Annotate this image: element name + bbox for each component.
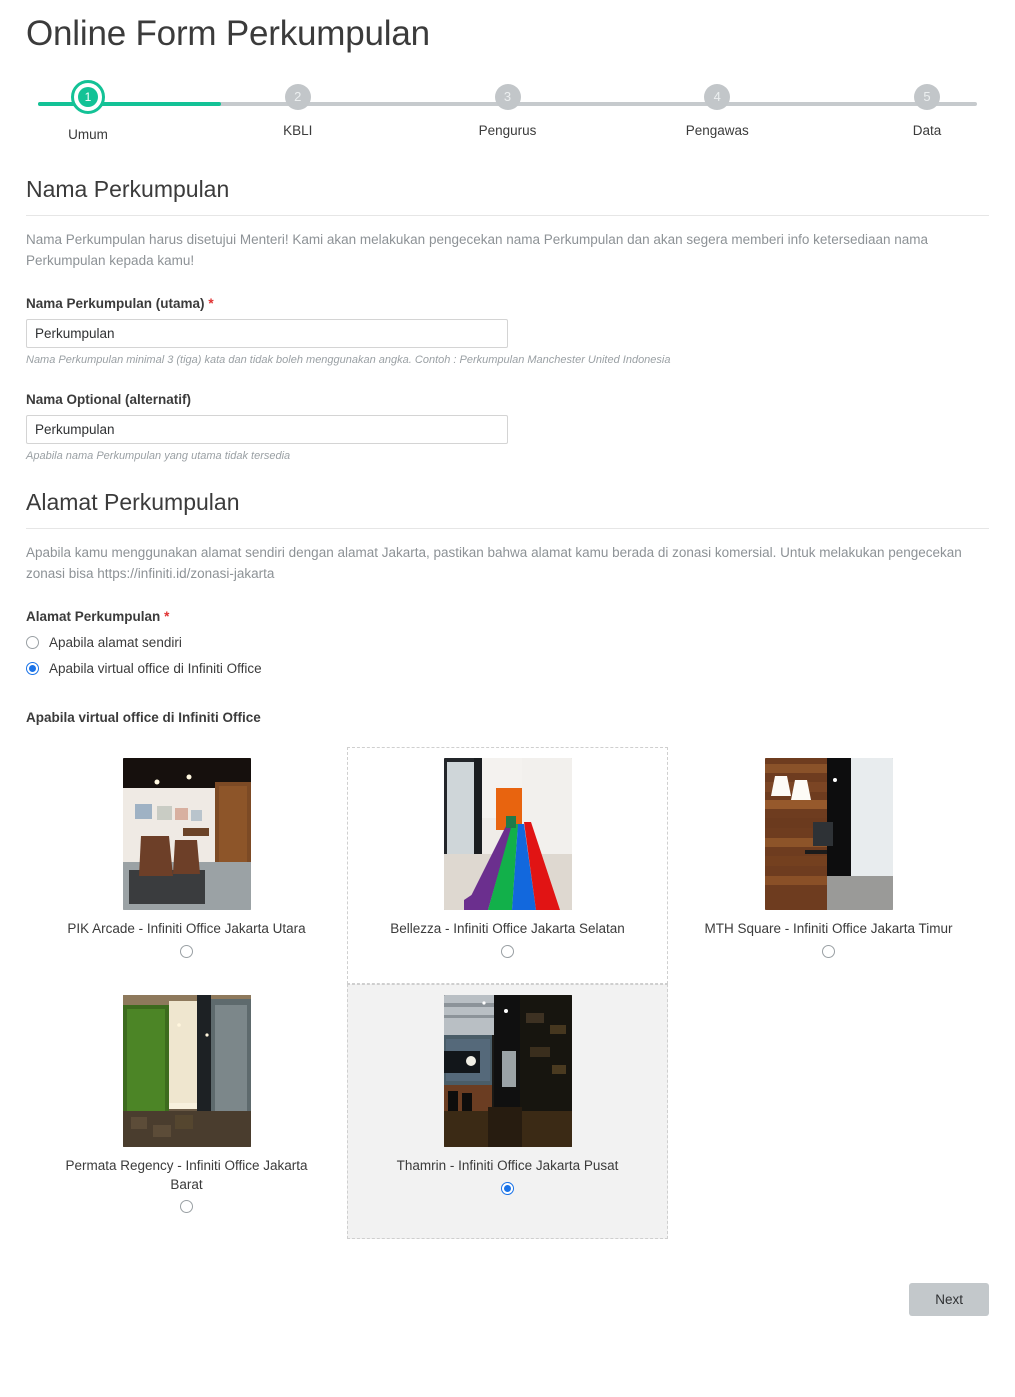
form-footer: Next	[0, 1283, 1015, 1338]
office-photo-thamrin	[443, 994, 572, 1147]
radio-option-virtual-office[interactable]: Apabila virtual office di Infiniti Offic…	[26, 661, 989, 676]
next-button[interactable]: Next	[909, 1283, 989, 1317]
radio-option-alamat-sendiri[interactable]: Apabila alamat sendiri	[26, 635, 989, 650]
office-name: Thamrin - Infiniti Office Jakarta Pusat	[396, 1157, 619, 1173]
required-asterisk: *	[208, 295, 214, 311]
virtual-office-heading: Apabila virtual office di Infiniti Offic…	[26, 709, 261, 725]
step-number-badge: 4	[704, 84, 731, 111]
section-divider	[26, 214, 989, 216]
step-number-badge: 2	[284, 84, 311, 111]
radio-icon[interactable]	[180, 944, 193, 958]
step-label: Pengawas	[685, 123, 749, 139]
field-label: Nama Perkumpulan (utama) *	[26, 296, 989, 311]
office-card[interactable]: PIK Arcade - Infiniti Office Jakarta Uta…	[26, 747, 347, 984]
section-title: Nama Perkumpulan	[26, 176, 230, 203]
field-label-text: Nama Perkumpulan (utama)	[26, 295, 205, 311]
office-radio-wrapper[interactable]	[180, 944, 193, 963]
field-label: Alamat Perkumpulan *	[26, 609, 989, 624]
stepper-step-pengurus[interactable]: 3 Pengurus	[458, 84, 558, 138]
field-hint: Apabila nama Perkumpulan yang utama tida…	[26, 449, 291, 462]
office-name: MTH Square - Infiniti Office Jakarta Tim…	[704, 920, 953, 936]
step-number: 1	[78, 87, 98, 108]
office-card-grid: PIK Arcade - Infiniti Office Jakarta Uta…	[26, 746, 989, 1240]
radio-icon[interactable]	[501, 944, 514, 958]
step-label: KBLI	[283, 123, 313, 139]
office-card[interactable]: Thamrin - Infiniti Office Jakarta Pusat	[347, 983, 668, 1240]
radio-label: Apabila virtual office di Infiniti Offic…	[49, 660, 262, 676]
radio-icon-selected[interactable]	[501, 1181, 514, 1195]
form-page: Online Form Perkumpulan 1 Umum 2 KBLI 3 Pengu…	[0, 0, 1015, 1397]
field-nama-optional: Nama Optional (alternatif) Apabila nama …	[26, 392, 989, 464]
office-photo-permata-regency	[122, 994, 251, 1147]
stepper-steps: 1 Umum 2 KBLI 3 Pengurus 4 Pengawas 5 Data	[38, 80, 977, 143]
section-nama-perkumpulan: Nama Perkumpulan Nama Perkumpulan harus …	[26, 176, 989, 463]
radio-icon-selected[interactable]	[26, 661, 39, 675]
section-title: Alamat Perkumpulan	[26, 489, 240, 516]
step-number-badge: 5	[914, 84, 940, 111]
office-radio-wrapper[interactable]	[501, 1181, 514, 1200]
step-label: Data	[912, 123, 942, 139]
radio-icon[interactable]	[822, 944, 835, 958]
stepper-step-kbli[interactable]: 2 KBLI	[248, 84, 348, 138]
section-description: Apabila kamu menggunakan alamat sendiri …	[26, 544, 962, 581]
office-name: Bellezza - Infiniti Office Jakarta Selat…	[390, 920, 625, 936]
field-label-text: Alamat Perkumpulan	[26, 608, 161, 624]
office-name: PIK Arcade - Infiniti Office Jakarta Uta…	[67, 920, 306, 936]
page-title: Online Form Perkumpulan	[26, 14, 430, 53]
office-photo-mth-square	[764, 757, 893, 910]
section-alamat-perkumpulan: Alamat Perkumpulan Apabila kamu mengguna…	[26, 489, 989, 1240]
step-label: Pengurus	[478, 123, 537, 139]
office-radio-wrapper[interactable]	[501, 944, 514, 963]
step-number-badge: 3	[494, 84, 521, 111]
required-asterisk: *	[164, 608, 170, 624]
radio-label: Apabila alamat sendiri	[49, 634, 182, 650]
field-nama-perkumpulan-utama: Nama Perkumpulan (utama) * Nama Perkumpu…	[26, 296, 989, 368]
nama-optional-input[interactable]	[26, 414, 508, 444]
nama-perkumpulan-utama-input[interactable]	[26, 318, 508, 348]
office-card[interactable]: Permata Regency - Infiniti Office Jakart…	[26, 984, 347, 1240]
section-divider	[26, 527, 989, 529]
office-photo-bellezza	[443, 757, 572, 910]
field-label-text: Nama Optional (alternatif)	[26, 391, 192, 407]
radio-icon[interactable]	[180, 1200, 193, 1214]
office-radio-wrapper[interactable]	[822, 944, 835, 963]
field-alamat-perkumpulan: Alamat Perkumpulan * Apabila alamat send…	[26, 609, 989, 676]
radio-icon[interactable]	[26, 635, 39, 649]
office-name: Permata Regency - Infiniti Office Jakart…	[65, 1157, 308, 1192]
section-description: Nama Perkumpulan harus disetujui Menteri…	[26, 231, 929, 268]
progress-stepper: 1 Umum 2 KBLI 3 Pengurus 4 Pengawas 5 Data	[38, 80, 977, 150]
stepper-step-data[interactable]: 5 Data	[877, 84, 977, 138]
office-card[interactable]: Bellezza - Infiniti Office Jakarta Selat…	[347, 746, 668, 984]
field-hint: Nama Perkumpulan minimal 3 (tiga) kata d…	[26, 353, 671, 366]
stepper-step-umum[interactable]: 1 Umum	[38, 80, 138, 143]
stepper-step-pengawas[interactable]: 4 Pengawas	[667, 84, 767, 138]
step-number-badge: 1	[71, 80, 105, 115]
field-label: Nama Optional (alternatif)	[26, 392, 989, 407]
office-radio-wrapper[interactable]	[180, 1200, 193, 1218]
office-card[interactable]: MTH Square - Infiniti Office Jakarta Tim…	[668, 747, 989, 984]
office-photo-pik-arcade	[122, 757, 251, 910]
step-label: Umum	[68, 127, 108, 143]
